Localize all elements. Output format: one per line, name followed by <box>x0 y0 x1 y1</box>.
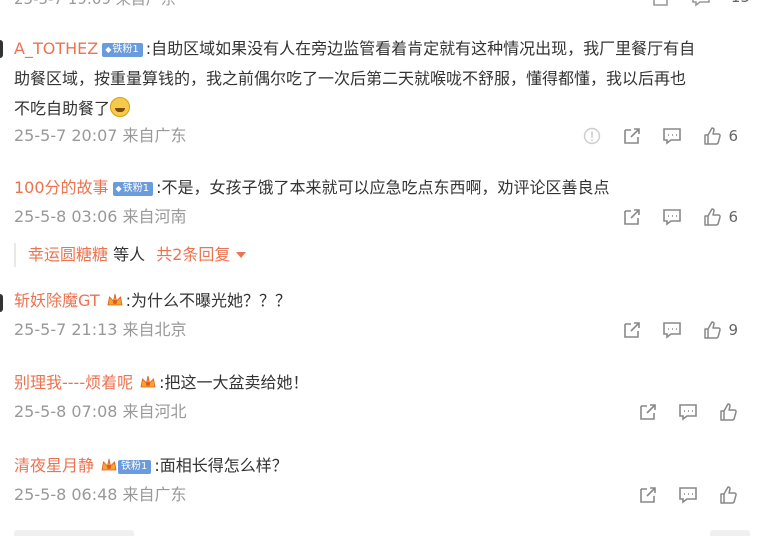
view-replies-label: 共2条回复 <box>156 245 231 264</box>
comment-meta: 25-5-8 07:08 来自河北 <box>14 400 738 424</box>
like-count: 9 <box>728 321 738 339</box>
crown-badge-icon <box>101 458 117 471</box>
share-icon[interactable] <box>622 207 642 227</box>
comment-actions: 9 <box>602 320 738 340</box>
comment-date: 25-5-8 06:48 来自广东 <box>14 485 187 504</box>
comment-list: 25-5-7 19:09 来自广东 15 A_TOTHEZ◆铁粉1:自助区域如果… <box>0 0 764 536</box>
comment-body: 别理我----烦着呢 :把这一大盆卖给她！ <box>14 368 738 398</box>
thumbs-up-icon <box>720 403 737 421</box>
thumbs-up-icon <box>704 208 722 226</box>
next-comment-placeholder <box>14 530 134 536</box>
comment-actions <box>618 402 738 422</box>
comment-text-line: :自助区域如果没有人在旁边监管看着肯定就有这种情况出现，我厂里餐厅有自 <box>145 39 696 58</box>
caret-down-icon <box>236 252 247 258</box>
replies-summary: 幸运圆糖糖 等人 共2条回复 <box>14 243 247 267</box>
share-icon[interactable] <box>638 402 658 422</box>
comment-meta: 25-5-7 20:07 来自广东 6 <box>14 124 738 148</box>
report-icon[interactable] <box>582 126 602 146</box>
next-comment-placeholder <box>710 530 750 536</box>
comment-username[interactable]: A_TOTHEZ <box>14 39 98 58</box>
diamond-icon: ◆ <box>105 45 112 54</box>
comment-icon[interactable] <box>662 320 682 340</box>
reply-user[interactable]: 幸运圆糖糖 <box>28 245 108 264</box>
comment-meta: 25-5-8 06:48 来自广东 <box>14 483 738 507</box>
comment-text: :把这一大盆卖给她！ <box>159 373 309 392</box>
comment-username[interactable]: 清夜星月静 <box>14 456 94 475</box>
comment-body: 斩妖除魔GT :为什么不曝光她？？？ <box>14 286 738 316</box>
comment-icon[interactable] <box>678 485 698 505</box>
diamond-icon: ◆ <box>115 184 122 193</box>
next-comment-stub <box>14 524 750 536</box>
share-icon[interactable] <box>638 485 658 505</box>
fan-badge-label: 铁粉1 <box>112 44 139 55</box>
like-count: 6 <box>728 127 738 145</box>
thumbs-up-icon <box>720 486 737 504</box>
comment-icon[interactable] <box>662 126 682 146</box>
comment-text: :为什么不曝光她？？？ <box>125 291 292 310</box>
share-icon[interactable] <box>622 126 642 146</box>
comment-date: 25-5-7 20:07 来自广东 <box>14 126 187 145</box>
like-button[interactable]: 6 <box>702 126 738 146</box>
comment-marker <box>0 294 3 312</box>
fan-badge[interactable]: ◆铁粉1 <box>112 182 154 196</box>
fan-badge[interactable]: ◆铁粉1 <box>102 43 143 57</box>
comment-icon[interactable] <box>662 207 682 227</box>
comment-actions: 6 <box>602 207 738 227</box>
comment-username[interactable]: 斩妖除魔GT <box>14 291 100 310</box>
previous-comment-meta: 25-5-7 19:09 来自广东 15 <box>14 0 750 8</box>
share-icon[interactable] <box>622 320 642 340</box>
thumbs-up-icon <box>704 127 722 145</box>
comment-body: 清夜星月静 铁粉1 :面相长得怎么样？ <box>14 451 738 481</box>
fan-badge[interactable]: 铁粉1 <box>118 460 152 474</box>
comment-icon[interactable] <box>691 0 711 12</box>
like-button[interactable] <box>718 402 738 422</box>
comment-username[interactable]: 别理我----烦着呢 <box>14 373 133 392</box>
comment-username[interactable]: 100分的故事 <box>14 178 109 197</box>
comment-date: 25-5-7 19:09 来自广东 <box>14 0 176 9</box>
comment-text-line: 助餐区域，按重量算钱的，我之前偶尔吃了一次后第二天就喉咙不舒服，懂得都懂，我以后… <box>14 69 687 88</box>
comment-icon[interactable] <box>678 402 698 422</box>
comment-body: A_TOTHEZ ◆铁粉1:自助区域如果没有人在旁边监管看着肯定就有这种情况出现，… <box>14 34 738 124</box>
comment-actions <box>618 485 738 505</box>
view-replies-button[interactable]: 共2条回复 <box>156 245 247 264</box>
like-button[interactable]: 6 <box>702 207 738 227</box>
crown-badge-icon <box>107 293 123 306</box>
comment-text-line: 不吃自助餐了 <box>14 99 111 118</box>
fan-badge-label: 铁粉1 <box>122 183 150 194</box>
comment-body: 100分的故事 ◆铁粉1:不是，女孩子饿了本来就可以应急吃点东西啊，劝评论区善良点 <box>14 173 738 203</box>
comment-date: 25-5-7 21:13 来自北京 <box>14 320 187 339</box>
thumbs-up-icon <box>704 321 722 339</box>
reply-suffix: 等人 <box>113 245 146 264</box>
comment-marker <box>0 40 3 58</box>
like-count: 15 <box>731 0 750 12</box>
like-count: 6 <box>728 208 738 226</box>
comment-date: 25-5-8 07:08 来自河北 <box>14 402 187 421</box>
comment-actions: 6 <box>562 126 738 146</box>
like-button[interactable]: 9 <box>702 320 738 340</box>
crown-badge-icon <box>140 375 156 388</box>
share-icon[interactable] <box>651 0 671 12</box>
like-button[interactable] <box>718 485 738 505</box>
comment-text: :面相长得怎么样？ <box>154 456 288 475</box>
fan-badge-label: 铁粉1 <box>121 461 148 472</box>
laughing-emoji-icon <box>110 97 131 117</box>
comment-meta: 25-5-7 21:13 来自北京 9 <box>14 318 738 342</box>
comment-meta: 25-5-8 03:06 来自河南 6 <box>14 205 738 229</box>
comment-text: :不是，女孩子饿了本来就可以应急吃点东西啊，劝评论区善良点 <box>156 178 610 197</box>
comment-date: 25-5-8 03:06 来自河南 <box>14 207 187 226</box>
